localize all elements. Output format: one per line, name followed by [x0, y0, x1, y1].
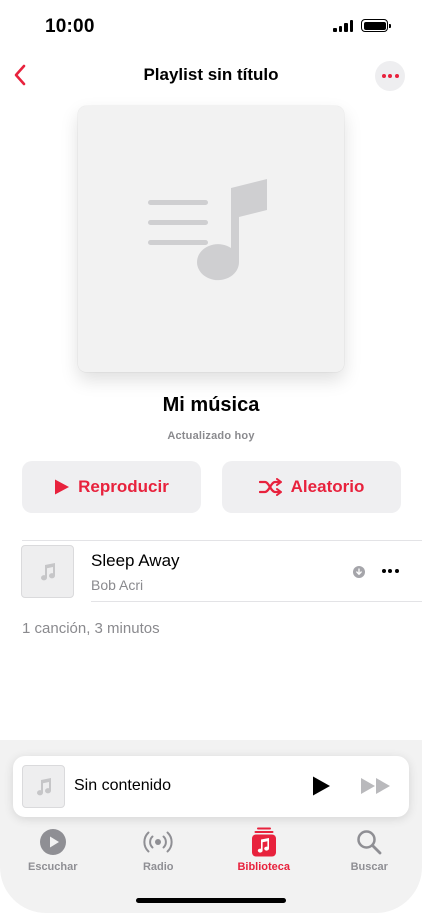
mini-player[interactable]: Sin contenido [13, 756, 409, 817]
ellipsis-icon [381, 569, 386, 573]
status-time: 10:00 [45, 16, 95, 37]
track-artist: Bob Acri [91, 577, 144, 593]
shuffle-button[interactable]: Aleatorio [222, 461, 401, 513]
mini-player-title: Sin contenido [74, 777, 171, 794]
navigation-bar: Playlist sin título [0, 54, 422, 96]
tab-label: Biblioteca [237, 861, 291, 873]
download-arrow-icon [353, 566, 365, 578]
tab-label: Radio [142, 861, 174, 873]
play-button[interactable]: Reproducir [22, 461, 201, 513]
divider [91, 601, 422, 602]
music-playlist-icon [148, 179, 267, 281]
tab-radio[interactable]: Radio [106, 826, 212, 882]
track-more-button[interactable] [379, 563, 401, 579]
shuffle-button-label: Aleatorio [290, 477, 365, 496]
battery-icon [361, 19, 391, 32]
tab-label: Buscar [350, 861, 388, 873]
tab-buscar[interactable]: Buscar [317, 826, 422, 882]
play-icon [55, 479, 70, 495]
mini-play-button[interactable] [307, 772, 335, 800]
play-circle-icon [39, 829, 66, 855]
radio-waves-icon [143, 831, 173, 853]
forward-button[interactable] [359, 772, 393, 800]
home-indicator[interactable] [136, 898, 286, 903]
playlist-summary: 1 canción, 3 minutos [22, 620, 160, 637]
status-icons [333, 19, 391, 32]
track-artwork [21, 545, 74, 598]
tab-escuchar[interactable]: Escuchar [0, 826, 106, 882]
search-icon [357, 830, 382, 855]
mini-player-artwork [22, 765, 65, 808]
shuffle-icon [258, 478, 282, 496]
playlist-artwork[interactable] [78, 106, 344, 372]
fast-forward-icon [361, 778, 390, 794]
cellular-signal-icon [333, 19, 353, 32]
track-row[interactable]: Sleep Away Bob Acri [0, 541, 422, 601]
music-note-icon [36, 777, 51, 795]
ellipsis-icon [381, 74, 386, 78]
page-title: Playlist sin título [143, 65, 279, 84]
track-title: Sleep Away [91, 551, 180, 570]
music-note-icon [40, 562, 55, 580]
tab-label: Escuchar [27, 861, 78, 873]
tab-bar: Escuchar Radio Biblioteca Buscar [0, 826, 422, 882]
updated-label: Actualizado hoy [167, 430, 255, 442]
playlist-name: Mi música [162, 394, 260, 416]
play-icon [313, 776, 330, 796]
play-button-label: Reproducir [78, 477, 169, 496]
tab-biblioteca[interactable]: Biblioteca [211, 826, 317, 882]
more-options-button[interactable] [375, 61, 405, 91]
library-icon [251, 827, 276, 857]
status-bar: 10:00 [0, 0, 422, 54]
